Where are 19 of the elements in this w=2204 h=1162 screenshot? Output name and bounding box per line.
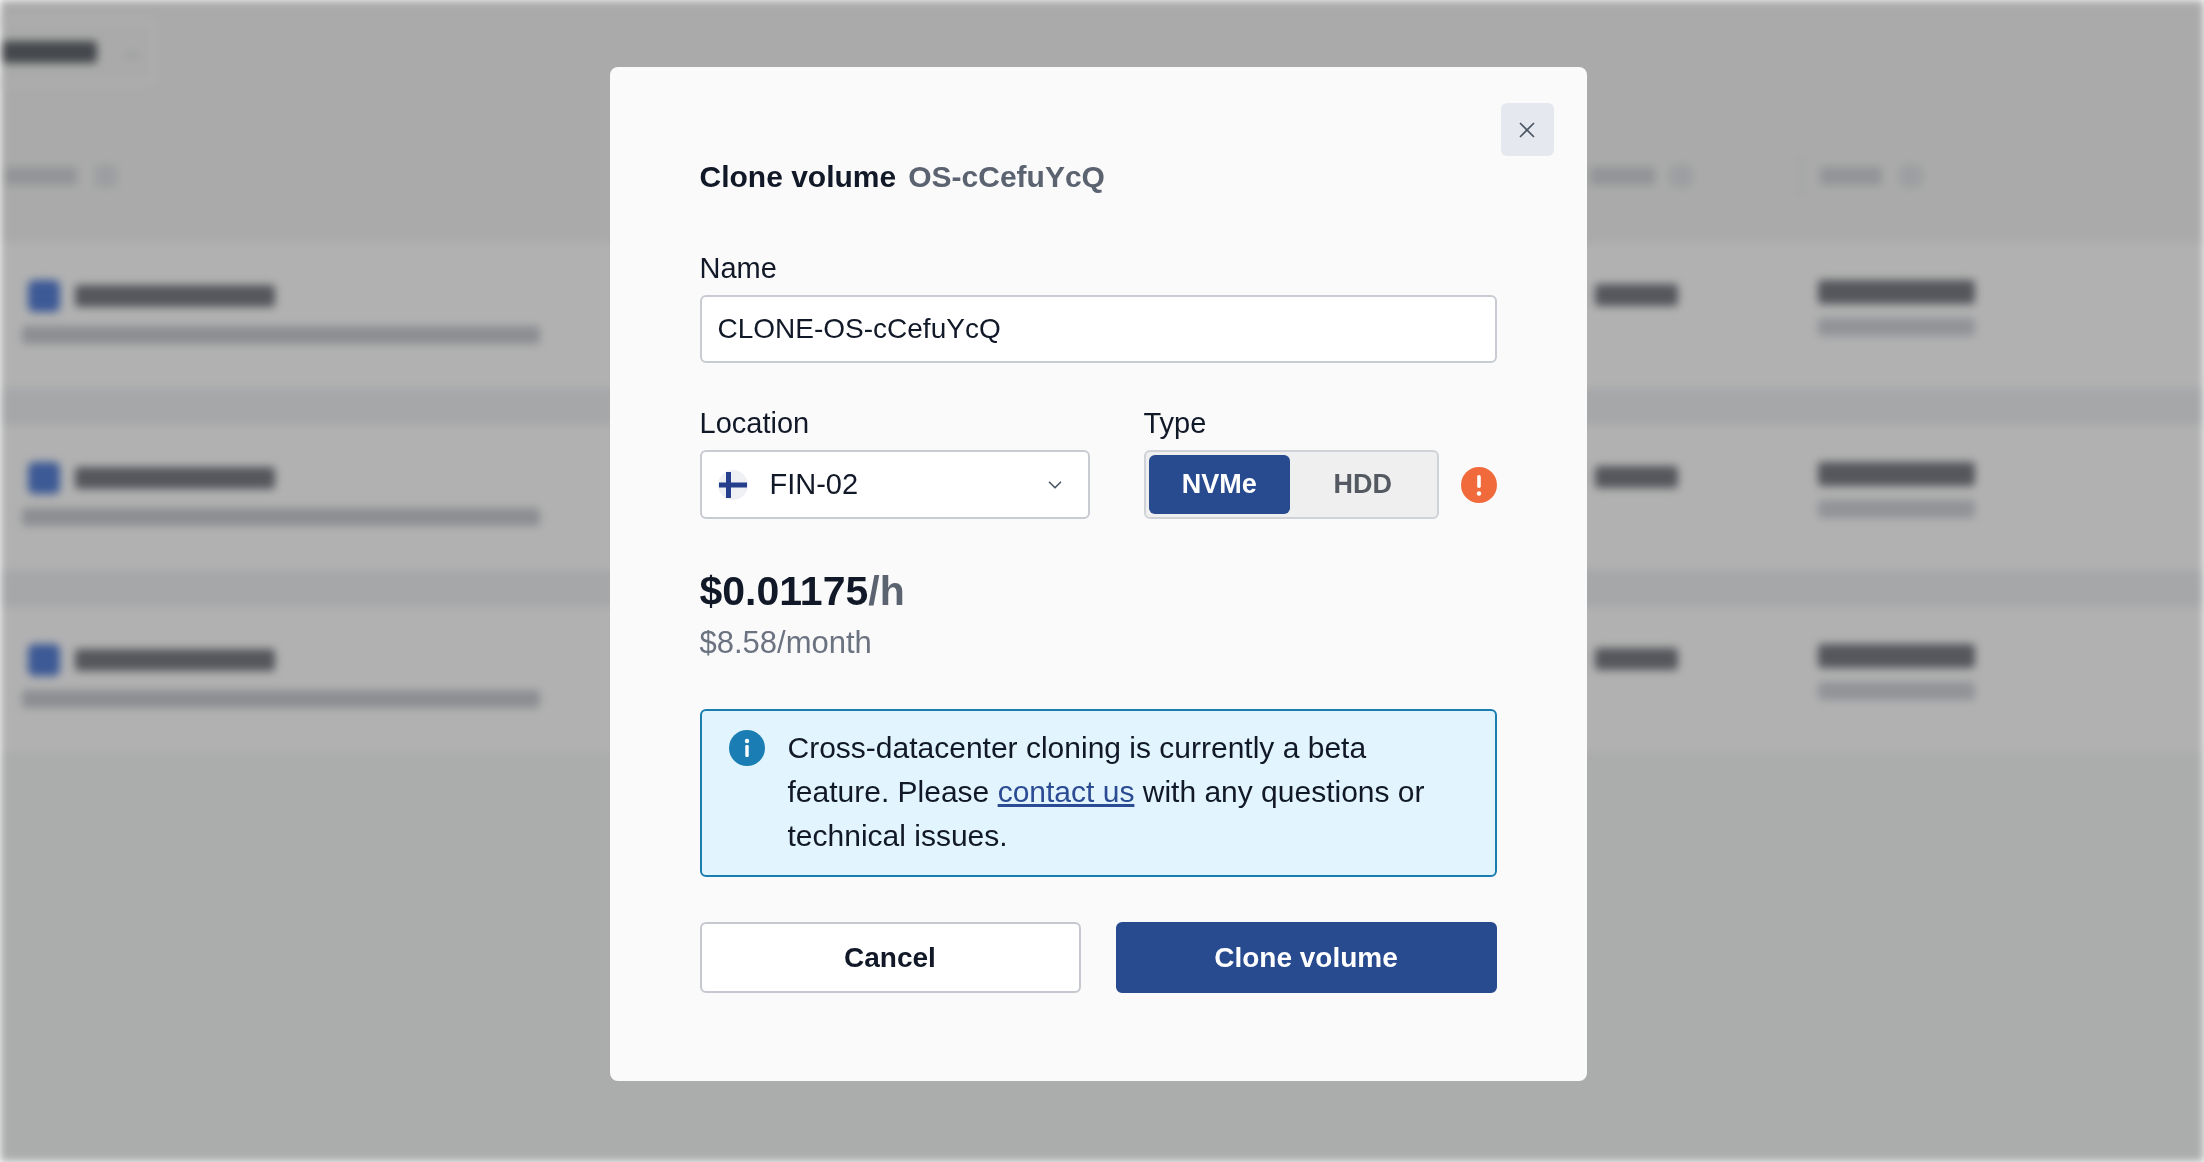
- info-icon: [728, 730, 765, 766]
- clone-volume-button[interactable]: Clone volume: [1115, 922, 1497, 993]
- type-option[interactable]: NVMe: [1148, 455, 1290, 514]
- monthly-price: $8.58/month: [699, 625, 872, 661]
- type-option[interactable]: HDD: [1292, 455, 1434, 514]
- close-button[interactable]: [1500, 103, 1554, 156]
- field-label: Name: [699, 251, 777, 285]
- dialog-title: Clone volume: [699, 159, 897, 195]
- contact-link[interactable]: contact us: [997, 775, 1135, 808]
- location-select[interactable]: FIN-02: [699, 450, 1090, 519]
- flag-icon: [717, 469, 748, 500]
- volume-id: OS-cCefuYcQ: [908, 159, 1105, 195]
- cancel-button[interactable]: Cancel: [699, 922, 1081, 993]
- field-label: Location: [699, 406, 810, 440]
- price-amount: $0.01175: [699, 567, 869, 616]
- notice-text: Cross-datacenter cloning is currently a beta feature. Please contact us with any questions or technical issues.: [787, 730, 1426, 854]
- price-unit: /h: [868, 567, 905, 616]
- name-input[interactable]: CLONE-OS-cCefuYcQ: [699, 295, 1497, 363]
- field-label: Type: [1143, 406, 1207, 440]
